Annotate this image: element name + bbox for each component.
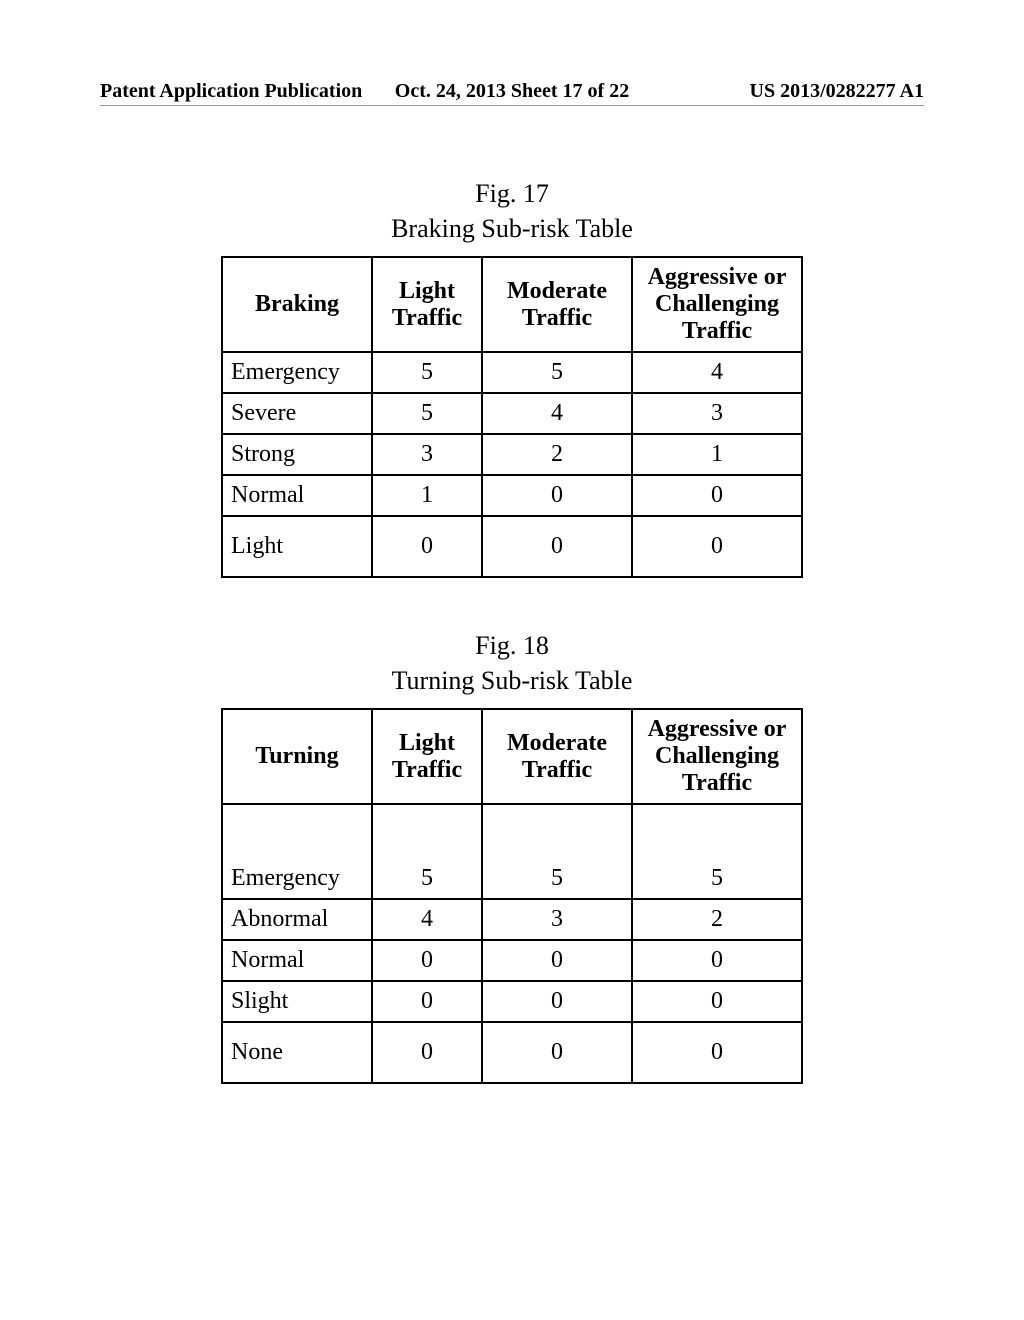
row-label: Abnormal [222,899,372,940]
table-header-row: Turning Light Traffic Moderate Traffic A… [222,709,802,804]
figure-17-label: Fig. 17 [475,179,549,208]
table-row: Emergency 5 5 5 [222,804,802,899]
cell: 0 [632,1022,802,1083]
col-header-aggressive: Aggressive or Challenging Traffic [632,709,802,804]
row-label: Strong [222,434,372,475]
table-row: None 0 0 0 [222,1022,802,1083]
figure-17-title: Braking Sub-risk Table [391,214,633,243]
cell: 0 [372,981,482,1022]
col-header-aggressive: Aggressive or Challenging Traffic [632,257,802,352]
table-row: Light 0 0 0 [222,516,802,577]
row-label: Severe [222,393,372,434]
cell: 0 [482,940,632,981]
cell: 3 [482,899,632,940]
cell: 0 [372,516,482,577]
table-row: Severe 5 4 3 [222,393,802,434]
cell: 3 [632,393,802,434]
row-label: Slight [222,981,372,1022]
cell: 0 [482,475,632,516]
header-center: Oct. 24, 2013 Sheet 17 of 22 [375,80,650,103]
cell: 0 [482,1022,632,1083]
figure-18: Fig. 18 Turning Sub-risk Table Turning L… [100,628,924,1084]
table-row: Normal 0 0 0 [222,940,802,981]
cell: 4 [372,899,482,940]
header-left: Patent Application Publication [100,80,375,103]
table-row: Emergency 5 5 4 [222,352,802,393]
table-row: Abnormal 4 3 2 [222,899,802,940]
patent-page: Patent Application Publication Oct. 24, … [0,0,1024,1320]
figure-18-label: Fig. 18 [475,631,549,660]
cell: 4 [632,352,802,393]
figure-17-caption: Fig. 17 Braking Sub-risk Table [100,176,924,246]
row-label: Emergency [222,804,372,899]
col-header-braking: Braking [222,257,372,352]
cell: 5 [372,352,482,393]
cell: 2 [482,434,632,475]
page-header: Patent Application Publication Oct. 24, … [100,80,924,106]
figure-18-caption: Fig. 18 Turning Sub-risk Table [100,628,924,698]
row-label: Light [222,516,372,577]
row-label: Normal [222,475,372,516]
table-row: Slight 0 0 0 [222,981,802,1022]
figure-18-title: Turning Sub-risk Table [392,666,633,695]
cell: 1 [632,434,802,475]
cell: 5 [482,352,632,393]
cell: 5 [372,804,482,899]
col-header-light: Light Traffic [372,709,482,804]
cell: 2 [632,899,802,940]
row-label: Emergency [222,352,372,393]
cell: 0 [632,981,802,1022]
header-right: US 2013/0282277 A1 [649,80,924,103]
cell: 1 [372,475,482,516]
row-label: None [222,1022,372,1083]
cell: 0 [632,475,802,516]
row-label: Normal [222,940,372,981]
figure-17: Fig. 17 Braking Sub-risk Table Braking L… [100,176,924,578]
col-header-moderate: Moderate Traffic [482,257,632,352]
col-header-moderate: Moderate Traffic [482,709,632,804]
turning-table: Turning Light Traffic Moderate Traffic A… [221,708,803,1084]
cell: 4 [482,393,632,434]
cell: 5 [372,393,482,434]
col-header-light: Light Traffic [372,257,482,352]
braking-table: Braking Light Traffic Moderate Traffic A… [221,256,803,578]
cell: 0 [482,981,632,1022]
cell: 0 [372,940,482,981]
cell: 0 [482,516,632,577]
cell: 0 [632,940,802,981]
table-header-row: Braking Light Traffic Moderate Traffic A… [222,257,802,352]
cell: 5 [632,804,802,899]
table-row: Normal 1 0 0 [222,475,802,516]
cell: 5 [482,804,632,899]
col-header-turning: Turning [222,709,372,804]
cell: 0 [632,516,802,577]
table-row: Strong 3 2 1 [222,434,802,475]
cell: 3 [372,434,482,475]
cell: 0 [372,1022,482,1083]
